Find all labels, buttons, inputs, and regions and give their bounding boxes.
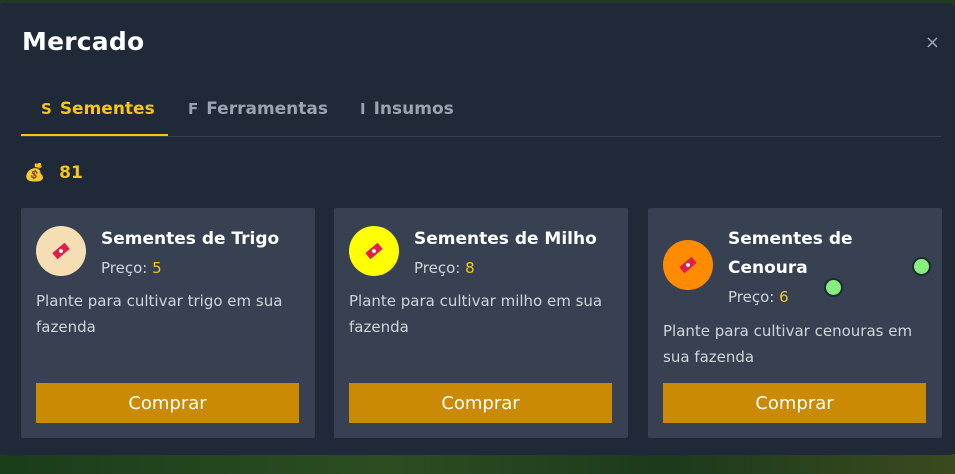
buy-button-cenoura[interactable]: Comprar (663, 383, 926, 423)
tab-bar: S Sementes F Ferramentas I Insumos (21, 89, 941, 137)
item-name: Sementes de Milho (414, 229, 597, 249)
game-background-bottom (0, 454, 955, 474)
price-value: 6 (779, 288, 789, 306)
tab-ferramentas-label: Ferramentas (206, 99, 329, 119)
price-label: Preço: (728, 288, 775, 306)
tab-sementes-label: Sementes (59, 99, 155, 119)
modal-title: Mercado (22, 27, 145, 56)
item-name: Sementes de Cenoura (728, 229, 853, 278)
item-name: Sementes de Trigo (101, 229, 280, 249)
tab-insumos-label: Insumos (373, 99, 454, 119)
tab-sementes-icon: S (41, 100, 52, 118)
buy-button-trigo[interactable]: Comprar (36, 383, 299, 423)
price-label: Preço: (101, 259, 148, 277)
tab-ferramentas[interactable]: F Ferramentas (188, 89, 328, 136)
item-price: Preço: 6 (728, 288, 789, 306)
item-description: Plante para cultivar trigo em sua fazend… (36, 292, 283, 336)
price-value: 8 (465, 259, 475, 277)
wallet-balance: 💰 81 (24, 163, 83, 183)
price-value: 5 (152, 259, 162, 277)
tab-insumos-icon: I (360, 100, 366, 118)
price-label: Preço: (414, 259, 461, 277)
item-price: Preço: 8 (414, 259, 475, 277)
item-card-cenoura: Sementes de Cenoura Preço: 6 Plante para… (648, 208, 942, 438)
tab-sementes[interactable]: S Sementes (21, 89, 168, 136)
item-price: Preço: 5 (101, 259, 162, 277)
seed-ticket-icon (36, 226, 86, 276)
status-dot (824, 278, 843, 297)
status-dot (912, 257, 931, 276)
item-description: Plante para cultivar cenouras em sua faz… (663, 322, 913, 366)
money-bag-icon: 💰 (24, 163, 46, 183)
item-card-trigo: Sementes de Trigo Preço: 5 Plante para c… (21, 208, 315, 438)
buy-button-milho[interactable]: Comprar (349, 383, 612, 423)
close-icon[interactable]: × (925, 34, 940, 52)
wallet-amount: 81 (59, 163, 83, 183)
tab-insumos[interactable]: I Insumos (360, 89, 454, 136)
item-card-milho: Sementes de Milho Preço: 8 Plante para c… (334, 208, 628, 438)
seed-ticket-icon (663, 240, 713, 290)
tab-ferramentas-icon: F (188, 100, 199, 118)
market-modal: Mercado × S Sementes F Ferramentas I Insumo… (0, 3, 954, 455)
seed-ticket-icon (349, 226, 399, 276)
item-description: Plante para cultivar milho em sua fazend… (349, 292, 603, 336)
